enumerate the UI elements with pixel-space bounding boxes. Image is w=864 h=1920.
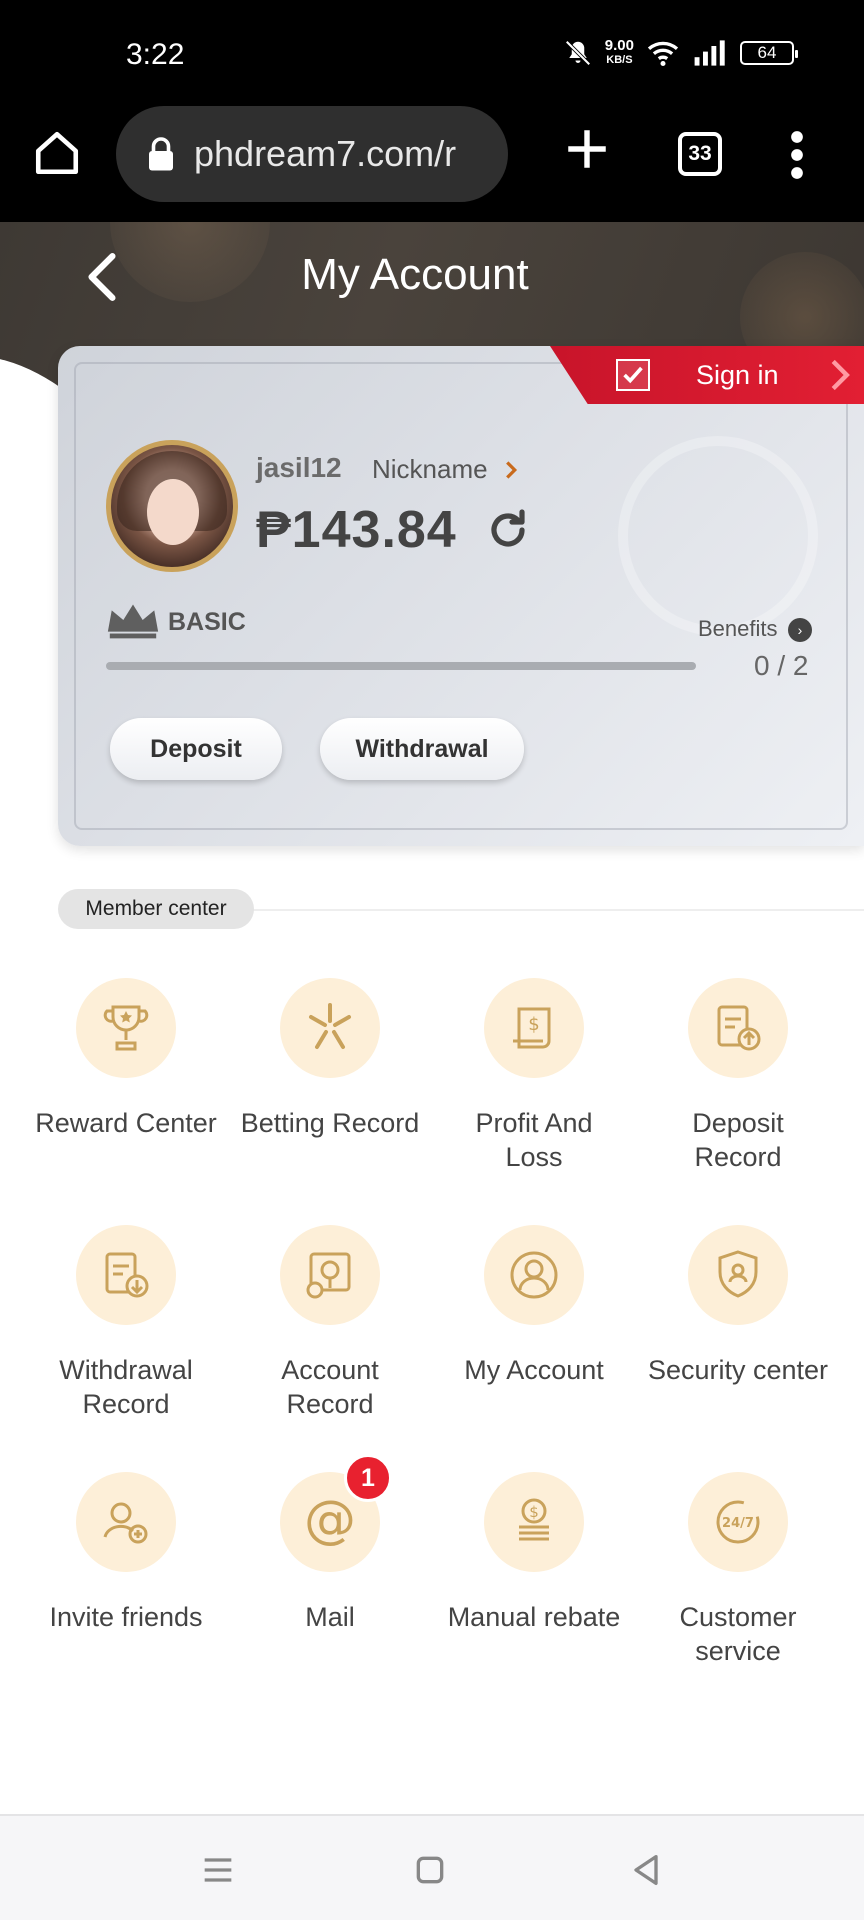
refresh-icon[interactable] [484,506,532,554]
signal-icon [694,40,725,66]
chevron-right-icon [831,359,850,391]
menu-item-my-account[interactable]: My Account [432,1225,636,1387]
receipt-icon: $ [484,978,584,1078]
notification-badge: 1 [344,1454,392,1502]
benefits-link[interactable]: Benefits [698,616,778,642]
status-bar: 3:22 9.00 KB/S 64 [0,0,864,106]
menu-item-label: Mail [305,1602,355,1632]
url-text: phdream7.com/r [194,133,457,174]
mute-icon [565,40,591,66]
system-navigation-bar [0,1814,864,1920]
svg-text:24/7: 24/7 [722,1516,754,1531]
menu-item-customer-service[interactable]: 24/7 Customer service [636,1472,840,1668]
vip-progress-text: 0 / 2 [754,650,809,681]
shield-user-icon [688,1225,788,1325]
svg-text:@: @ [304,1491,356,1550]
menu-item-label: Withdrawal Record [59,1355,193,1419]
menu-item-label: Betting Record [240,1108,420,1138]
account-card: Sign in jasil12 Nickname ₱143.84 BASIC B… [58,346,864,846]
search-document-icon [280,1225,380,1325]
nickname-link[interactable]: Nickname [372,454,488,485]
clipboard-upload-icon [688,978,788,1078]
clipboard-download-icon [76,1225,176,1325]
network-speed-unit: KB/S [606,54,633,66]
menu-item-betting-record[interactable]: Betting Record [228,978,432,1140]
add-user-icon [76,1472,176,1572]
status-icons: 9.00 KB/S 64 [563,38,798,68]
coins-icon: $ [484,1472,584,1572]
recent-apps-icon[interactable] [198,1850,238,1890]
back-nav-icon[interactable] [626,1850,666,1890]
support-24-7-icon: 24/7 [688,1472,788,1572]
chevron-right-icon[interactable]: › [788,618,812,642]
tab-switcher-button[interactable]: 33 [678,132,722,176]
new-tab-icon[interactable] [562,124,612,174]
network-speed: 9.00 KB/S [605,38,634,68]
menu-item-profit-and-loss[interactable]: $ Profit And Loss [432,978,636,1174]
sign-in-label: Sign in [696,360,779,390]
watermark-badge-icon [618,436,818,636]
deposit-button[interactable]: Deposit [110,718,282,780]
menu-item-account-record[interactable]: Account Record [228,1225,432,1421]
at-sign-icon: @1 [280,1454,392,1572]
sign-in-button[interactable]: Sign in [550,346,864,404]
browser-toolbar: phdream7.com/r 33 [0,106,864,222]
status-time: 3:22 [126,38,185,71]
vip-progress-bar [106,662,696,670]
menu-item-label: Invite friends [49,1602,203,1632]
menu-item-security-center[interactable]: Security center [636,1225,840,1387]
menu-item-label: My Account [464,1355,604,1385]
svg-text:$: $ [528,1014,539,1035]
network-speed-value: 9.00 [604,37,634,54]
home-icon[interactable] [32,128,82,178]
page-title: My Account [301,250,529,299]
menu-item-invite-friends[interactable]: Invite friends [24,1472,228,1634]
chevron-right-icon[interactable] [504,460,518,480]
menu-item-manual-rebate[interactable]: $ Manual rebate [432,1472,636,1634]
menu-item-mail[interactable]: @1 Mail [228,1454,432,1634]
user-icon [484,1225,584,1325]
svg-text:$: $ [529,1503,539,1521]
menu-item-label: Deposit Record [692,1108,784,1172]
menu-item-label: Manual rebate [447,1602,621,1632]
wifi-icon [647,41,679,67]
menu-item-label: Profit And Loss [475,1108,593,1172]
menu-item-withdrawal-record[interactable]: Withdrawal Record [24,1225,228,1421]
vip-level: BASIC [168,608,246,636]
section-divider [250,909,864,911]
menu-item-reward-center[interactable]: Reward Center [24,978,228,1140]
sparkle-icon [280,978,380,1078]
username: jasil12 [256,452,342,483]
menu-item-label: Security center [647,1355,829,1385]
menu-item-deposit-record[interactable]: Deposit Record [636,978,840,1174]
avatar[interactable] [106,440,238,572]
address-bar[interactable]: phdream7.com/r [116,106,508,202]
menu-item-label: Reward Center [35,1108,217,1138]
checkbox-icon [616,359,650,391]
home-nav-icon[interactable] [410,1850,450,1890]
avatar-face [147,479,199,545]
lock-icon [149,137,173,171]
more-options-icon[interactable] [782,128,812,182]
trophy-icon [76,978,176,1078]
member-center-label: Member center [58,889,254,929]
menu-item-label: Customer service [679,1602,797,1666]
balance-amount: ₱143.84 [256,501,457,559]
battery-indicator: 64 [740,41,798,65]
menu-item-label: Account Record [281,1355,379,1419]
withdrawal-button[interactable]: Withdrawal [320,718,524,780]
crown-icon [107,604,159,639]
